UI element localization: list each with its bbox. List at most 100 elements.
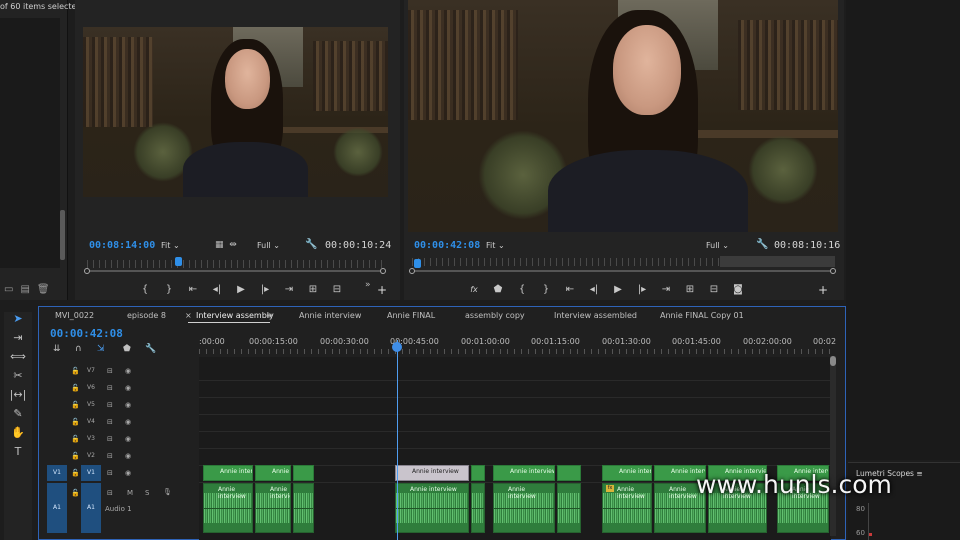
lock-icon[interactable]: 🔓 (71, 401, 80, 409)
eye-icon[interactable]: ◉ (125, 367, 131, 375)
mark-in-icon[interactable]: { (510, 284, 534, 295)
sync-lock-icon[interactable]: ⊟ (107, 401, 113, 409)
go-to-in-icon[interactable]: ⇤ (181, 284, 205, 295)
play-icon[interactable]: ▶ (606, 284, 630, 295)
target-track-a1[interactable]: A1 (81, 483, 101, 533)
audio-clip[interactable]: Annie interview (395, 483, 469, 533)
track-name[interactable]: V2 (87, 452, 95, 459)
eye-icon[interactable]: ◉ (125, 469, 131, 477)
tab-assembly-copy[interactable]: assembly copy (465, 311, 525, 320)
insert-edit-icon[interactable]: ⇹ (229, 240, 237, 250)
mark-in-icon[interactable]: { (133, 284, 157, 295)
video-clip[interactable] (471, 465, 485, 481)
source-patch-v1[interactable]: V1 (47, 465, 67, 481)
lock-icon[interactable]: 🔓 (71, 469, 80, 477)
add-button-icon[interactable]: + (818, 283, 828, 297)
pen-tool-icon[interactable]: ✎ (4, 407, 32, 426)
track-name[interactable]: V7 (87, 367, 95, 374)
sync-lock-icon[interactable]: ⊟ (107, 452, 113, 460)
step-forward-icon[interactable]: |▸ (630, 284, 654, 295)
project-scrollbar[interactable] (60, 210, 65, 260)
program-timecode[interactable]: 00:00:42:08 (414, 240, 480, 251)
mute-button[interactable]: M (127, 489, 133, 497)
play-icon[interactable]: ▶ (229, 284, 253, 295)
step-back-icon[interactable]: ◂| (582, 284, 606, 295)
lock-icon[interactable]: 🔓 (71, 384, 80, 392)
work-area-bar[interactable] (720, 256, 835, 267)
tab-annie-final[interactable]: Annie FINAL (387, 311, 435, 320)
eye-icon[interactable]: ◉ (125, 435, 131, 443)
slip-tool-icon[interactable]: |↔| (4, 388, 32, 407)
playhead-line[interactable] (397, 340, 398, 540)
snap-icon[interactable]: ∩ (75, 344, 82, 354)
step-back-icon[interactable]: ◂| (205, 284, 229, 295)
extract-icon[interactable]: ⊟ (702, 284, 726, 295)
source-playhead[interactable] (175, 257, 182, 266)
sync-lock-icon[interactable]: ⊟ (107, 367, 113, 375)
razor-tool-icon[interactable]: ✂ (4, 369, 32, 388)
tab-menu-icon[interactable]: ≡ (266, 311, 273, 320)
camera-icon[interactable]: ◙ (726, 284, 750, 295)
target-track-v1[interactable]: V1 (81, 465, 101, 481)
nest-icon[interactable]: ⇊ (53, 344, 61, 354)
track-name[interactable]: V5 (87, 401, 95, 408)
insert-icon[interactable]: ⊞ (301, 284, 325, 295)
selected-video-clip[interactable]: Annie interview (395, 465, 469, 481)
hand-tool-icon[interactable]: ✋ (4, 426, 32, 445)
video-clip[interactable]: Annie interview (255, 465, 291, 481)
panel-menu-icon[interactable]: ≡ (916, 469, 922, 478)
sync-lock-icon[interactable]: ⊟ (107, 418, 113, 426)
zoom-handle-right[interactable] (380, 268, 386, 274)
eye-icon[interactable]: ◉ (125, 384, 131, 392)
ripple-edit-tool-icon[interactable]: ⟺ (4, 350, 32, 369)
timeline-vertical-scrollbar[interactable] (830, 356, 836, 536)
timeline-timecode[interactable]: 00:00:42:08 (50, 327, 123, 340)
source-time-ruler[interactable] (87, 260, 385, 268)
zoom-handle-right[interactable] (830, 268, 836, 274)
project-item-list[interactable] (0, 18, 60, 268)
selection-tool-icon[interactable]: ➤ (4, 312, 32, 331)
wrench-icon[interactable]: 🔧 (305, 239, 317, 250)
lift-icon[interactable]: ⊞ (678, 284, 702, 295)
video-clip[interactable] (293, 465, 314, 481)
overwrite-icon[interactable]: ⊟ (325, 284, 349, 295)
tab-annie-final-copy-01[interactable]: Annie FINAL Copy 01 (660, 311, 744, 320)
track-name[interactable]: V4 (87, 418, 95, 425)
folder-icon[interactable]: ▭ (4, 284, 20, 295)
tab-interview-assembly[interactable]: Interview assembly (196, 311, 274, 320)
sync-lock-icon[interactable]: ⊟ (107, 469, 113, 477)
go-to-in-icon[interactable]: ⇤ (558, 284, 582, 295)
timeline-ruler[interactable]: :00:00 00:00:15:00 00:00:30:00 00:00:45:… (199, 337, 836, 357)
audio-clip[interactable] (293, 483, 314, 533)
source-patch-a1[interactable]: A1 (47, 483, 67, 533)
audio-clip[interactable] (557, 483, 581, 533)
linked-selection-icon[interactable]: ⇲ (97, 344, 105, 354)
lock-icon[interactable]: 🔓 (71, 435, 80, 443)
safe-margins-icon[interactable]: ▦ (215, 240, 224, 250)
sync-lock-icon[interactable]: ⊟ (107, 384, 113, 392)
audio-clip[interactable] (471, 483, 485, 533)
sync-lock-icon[interactable]: ⊟ (107, 435, 113, 443)
source-resolution-dropdown[interactable]: Full ⌄ (257, 241, 280, 250)
add-button-icon[interactable]: + (377, 283, 387, 297)
timeline-settings-icon[interactable]: 🔧 (145, 344, 156, 354)
wrench-icon[interactable]: 🔧 (756, 239, 768, 250)
lock-icon[interactable]: 🔓 (71, 367, 80, 375)
eye-icon[interactable]: ◉ (125, 418, 131, 426)
mark-out-icon[interactable]: } (157, 284, 181, 295)
go-to-out-icon[interactable]: ⇥ (654, 284, 678, 295)
video-clip[interactable]: Annie interview (493, 465, 555, 481)
track-name[interactable]: V6 (87, 384, 95, 391)
video-clip[interactable]: Annie interview (203, 465, 253, 481)
audio-clip[interactable]: Annie interview (493, 483, 555, 533)
go-to-out-icon[interactable]: ⇥ (277, 284, 301, 295)
add-marker-icon[interactable]: ⬟ (123, 344, 131, 354)
audio-clip[interactable]: Annie interview (203, 483, 253, 533)
track-select-tool-icon[interactable]: ⇥ (4, 331, 32, 350)
audio-clip[interactable]: Annie interview (255, 483, 291, 533)
new-item-icon[interactable]: ▤ (20, 284, 36, 295)
video-clip[interactable]: Annie interview (602, 465, 652, 481)
more-controls-icon[interactable]: » (365, 280, 371, 290)
type-tool-icon[interactable]: T (4, 445, 32, 464)
tab-mvi-0022[interactable]: MVI_0022 (55, 311, 94, 320)
